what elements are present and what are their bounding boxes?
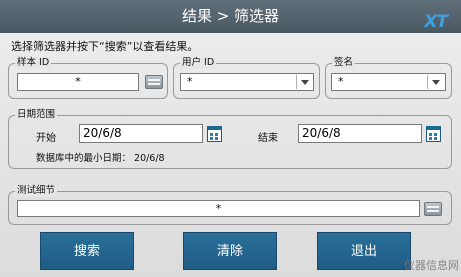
sample-id-legend: 样本 ID xyxy=(15,57,52,69)
end-date-calendar-icon[interactable] xyxy=(426,126,441,142)
start-date-calendar-icon[interactable] xyxy=(207,126,222,142)
signature-select[interactable]: * xyxy=(331,73,446,91)
search-button[interactable]: 搜索 xyxy=(40,232,134,270)
clear-button[interactable]: 清除 xyxy=(183,232,277,270)
watermark: 仪器信息网 xyxy=(404,259,459,272)
end-date-input[interactable]: 20/6/8 xyxy=(298,124,422,143)
sample-id-input[interactable]: * xyxy=(17,73,139,91)
signature-chevron-down-icon[interactable] xyxy=(432,80,440,85)
window-title: 结果 > 筛选器 xyxy=(181,7,280,25)
test-details-legend: 测试细节 xyxy=(15,185,58,197)
exit-button[interactable]: 退出 xyxy=(317,232,411,270)
user-id-select[interactable]: * xyxy=(180,73,314,91)
user-id-select-divider xyxy=(296,75,297,89)
signature-value: * xyxy=(338,75,344,88)
title-bar: 结果 > 筛选器 XT xyxy=(0,0,461,33)
test-details-keyboard-icon[interactable] xyxy=(424,202,442,216)
start-date-label: 开始 xyxy=(36,133,56,144)
signature-select-divider xyxy=(427,75,428,89)
test-details-input[interactable]: * xyxy=(17,200,420,217)
signature-legend: 签名 xyxy=(332,57,356,69)
sample-id-keyboard-icon[interactable] xyxy=(145,75,163,89)
user-id-value: * xyxy=(187,75,193,88)
user-id-chevron-down-icon[interactable] xyxy=(301,80,309,85)
start-date-input[interactable]: 20/6/8 xyxy=(79,124,203,143)
user-id-legend: 用户 ID xyxy=(180,57,217,69)
instruction-text: 选择筛选器并按下“搜索”以查看结果。 xyxy=(11,40,199,53)
min-date-text: 数据库中的最小日期： 20/6/8 xyxy=(36,153,165,164)
date-range-legend: 日期范围 xyxy=(15,109,58,121)
end-date-label: 结束 xyxy=(258,133,278,144)
